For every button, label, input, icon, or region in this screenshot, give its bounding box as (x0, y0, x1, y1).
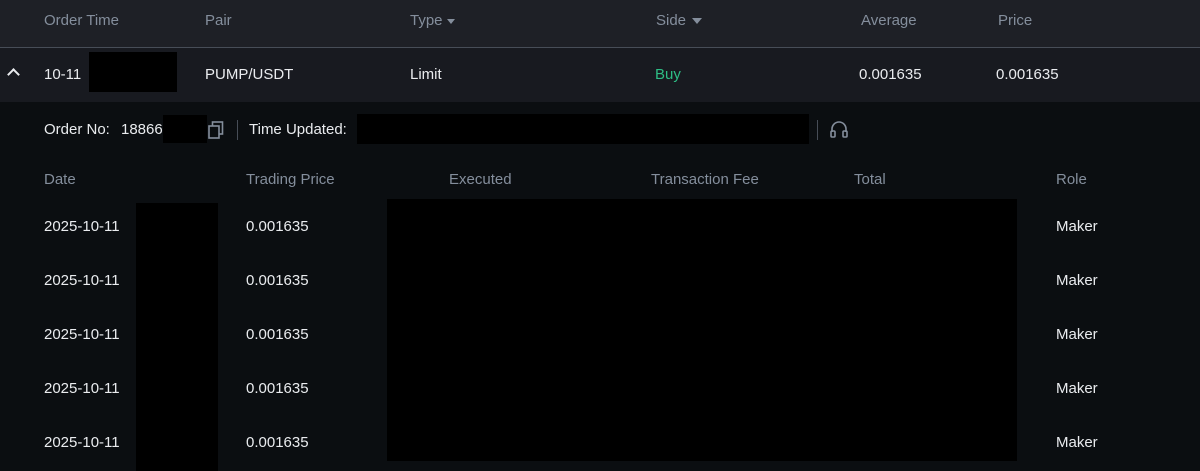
table-row-price: 0.001635 (246, 326, 309, 343)
table-row-role: Maker (1056, 326, 1098, 343)
headset-icon[interactable] (829, 120, 849, 140)
copy-icon[interactable] (208, 121, 224, 139)
table-row-price: 0.001635 (246, 218, 309, 235)
table-row-price: 0.001635 (246, 380, 309, 397)
order-no-label: Order No: (44, 121, 110, 138)
order-price: 0.001635 (996, 66, 1059, 83)
order-row[interactable]: 10-11 PUMP/USDT Limit Buy 0.001635 0.001… (0, 48, 1200, 102)
redaction-block (163, 115, 207, 143)
fills-column-transaction-fee: Transaction Fee (651, 171, 759, 188)
redaction-block (89, 52, 177, 92)
table-row-price: 0.001635 (246, 272, 309, 289)
column-type-filter[interactable]: Type (410, 12, 455, 29)
table-row-date: 2025-10-11 (44, 218, 120, 235)
table-row-role: Maker (1056, 380, 1098, 397)
divider (237, 120, 238, 140)
table-row-date: 2025-10-11 (44, 326, 120, 343)
table-row-role: Maker (1056, 434, 1098, 451)
fills-column-role: Role (1056, 171, 1087, 188)
table-row-date: 2025-10-11 (44, 380, 120, 397)
divider (817, 120, 818, 140)
column-side-filter[interactable]: Side (656, 12, 703, 29)
caret-down-icon (446, 18, 455, 24)
redaction-block (357, 114, 809, 144)
column-average: Average (861, 12, 917, 29)
caret-down-icon (692, 18, 703, 25)
fills-column-trading-price: Trading Price (246, 171, 335, 188)
order-time: 10-11 (44, 66, 82, 83)
fills-column-total: Total (854, 171, 886, 188)
redaction-block (387, 199, 1017, 461)
time-updated-label: Time Updated: (249, 121, 347, 138)
table-row-role: Maker (1056, 218, 1098, 235)
column-side-label: Side (656, 12, 687, 29)
order-no-value: 18866 (121, 121, 163, 138)
table-row-role: Maker (1056, 272, 1098, 289)
column-pair: Pair (205, 12, 232, 29)
order-side: Buy (655, 66, 681, 83)
column-price: Price (998, 12, 1033, 29)
table-row-date: 2025-10-11 (44, 272, 120, 289)
fills-column-executed: Executed (449, 171, 512, 188)
table-row-date: 2025-10-11 (44, 434, 120, 451)
order-average: 0.001635 (859, 66, 922, 83)
redaction-block (136, 203, 218, 471)
column-order-time: Order Time (44, 12, 120, 29)
table-row-price: 0.001635 (246, 434, 309, 451)
chevron-up-icon[interactable] (7, 68, 20, 81)
column-type-label: Type (410, 12, 443, 29)
order-pair[interactable]: PUMP/USDT (205, 66, 293, 83)
fills-column-date: Date (44, 171, 76, 188)
order-type: Limit (410, 66, 442, 83)
table-header: Order Time Pair Type Side Average Price (0, 0, 1200, 48)
